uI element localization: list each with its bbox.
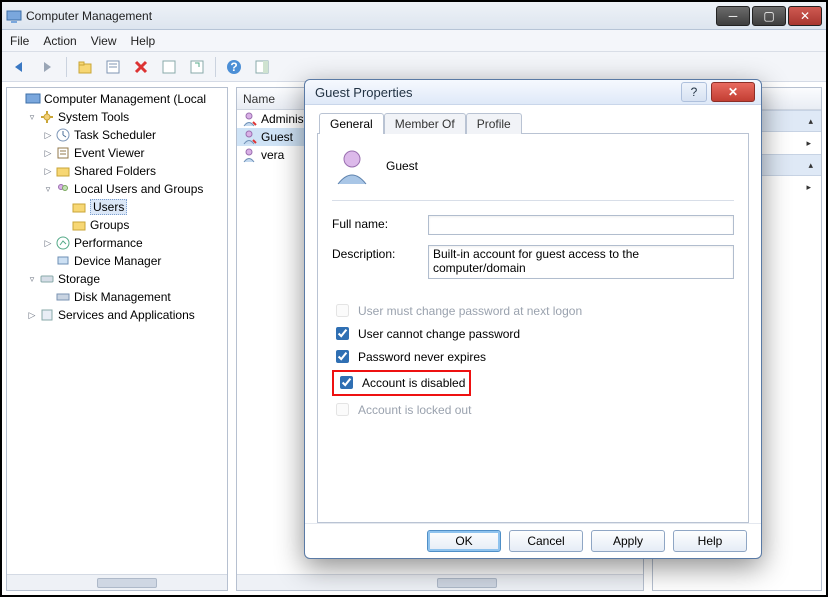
minimize-button[interactable]: ─ (716, 6, 750, 26)
ok-button[interactable]: OK (427, 530, 501, 552)
tree-shared-folders[interactable]: Shared Folders (9, 162, 227, 180)
tree-disk-management[interactable]: Disk Management (9, 288, 227, 306)
list-hscroll[interactable] (237, 574, 643, 590)
tree-services-apps[interactable]: Services and Applications (9, 306, 227, 324)
menu-file[interactable]: File (10, 34, 29, 48)
cancel-button[interactable]: Cancel (509, 530, 583, 552)
dialog-help-button[interactable]: ? (681, 82, 707, 102)
user-icon (241, 147, 257, 163)
dialog-title: Guest Properties (315, 85, 413, 100)
chk-must-change: User must change password at next logon (332, 301, 734, 320)
refresh-icon[interactable] (157, 55, 181, 79)
forward-button[interactable] (36, 55, 60, 79)
dialog-titlebar: Guest Properties ? ✕ (305, 80, 761, 105)
tree-groups[interactable]: Groups (9, 216, 227, 234)
maximize-button[interactable]: ▢ (752, 6, 786, 26)
tree-performance[interactable]: Performance (9, 234, 227, 252)
full-name-input[interactable] (428, 215, 734, 235)
user-avatar-icon (332, 146, 372, 186)
tab-general[interactable]: General (319, 113, 384, 134)
list-cell-name: Guest (261, 130, 293, 144)
chk-cannot-change-box[interactable] (336, 327, 349, 340)
chk-account-disabled[interactable]: Account is disabled (336, 373, 465, 392)
apply-button[interactable]: Apply (591, 530, 665, 552)
tree-users[interactable]: Users (9, 198, 227, 216)
app-icon (6, 8, 22, 24)
svg-text:?: ? (230, 60, 237, 74)
menu-view[interactable]: View (91, 34, 117, 48)
description-input[interactable] (428, 245, 734, 279)
tabs: General Member Of Profile (319, 113, 749, 134)
tree-system-tools[interactable]: System Tools (9, 108, 227, 126)
account-disabled-highlight: Account is disabled (332, 370, 471, 396)
properties-icon[interactable] (101, 55, 125, 79)
description-label: Description: (332, 245, 412, 261)
user-icon (241, 129, 257, 145)
guest-properties-dialog: Guest Properties ? ✕ General Member Of P… (304, 79, 762, 559)
toolbar: ? (2, 52, 826, 82)
menubar: File Action View Help (2, 30, 826, 52)
tree-root[interactable]: Computer Management (Local (9, 90, 227, 108)
up-icon[interactable] (73, 55, 97, 79)
user-icon (241, 111, 257, 127)
list-cell-name: vera (261, 148, 284, 162)
tab-member-of[interactable]: Member Of (384, 113, 466, 134)
chk-never-expires-box[interactable] (336, 350, 349, 363)
menu-action[interactable]: Action (43, 34, 76, 48)
dialog-button-row: OK Cancel Apply Help (305, 523, 761, 558)
tree-hscroll[interactable] (7, 574, 227, 590)
dialog-close-button[interactable]: ✕ (711, 82, 755, 102)
divider (332, 200, 734, 201)
back-button[interactable] (8, 55, 32, 79)
chk-locked-out-box (336, 403, 349, 416)
tree-pane: Computer Management (Local System Tools … (6, 87, 228, 591)
tab-profile[interactable]: Profile (466, 113, 522, 134)
chk-cannot-change[interactable]: User cannot change password (332, 324, 734, 343)
tree-device-manager[interactable]: Device Manager (9, 252, 227, 270)
chk-never-expires[interactable]: Password never expires (332, 347, 734, 366)
help-icon[interactable]: ? (222, 55, 246, 79)
delete-icon[interactable] (129, 55, 153, 79)
chk-account-disabled-box[interactable] (340, 376, 353, 389)
dialog-username: Guest (386, 159, 418, 173)
export-icon[interactable] (185, 55, 209, 79)
tree[interactable]: Computer Management (Local System Tools … (7, 88, 227, 574)
tab-general-page: Guest Full name: Description: User must … (317, 133, 749, 523)
help-button[interactable]: Help (673, 530, 747, 552)
close-button[interactable]: ✕ (788, 6, 822, 26)
dialog-body: General Member Of Profile Guest Full nam… (305, 105, 761, 523)
window-title: Computer Management (26, 9, 152, 23)
action-pane-icon[interactable] (250, 55, 274, 79)
chk-must-change-box (336, 304, 349, 317)
menu-help[interactable]: Help (131, 34, 156, 48)
tree-local-users-groups[interactable]: Local Users and Groups (9, 180, 227, 198)
full-name-label: Full name: (332, 215, 412, 231)
titlebar: Computer Management ─ ▢ ✕ (2, 2, 826, 30)
tree-task-scheduler[interactable]: Task Scheduler (9, 126, 227, 144)
chk-locked-out: Account is locked out (332, 400, 734, 419)
tree-event-viewer[interactable]: Event Viewer (9, 144, 227, 162)
tree-storage[interactable]: Storage (9, 270, 227, 288)
